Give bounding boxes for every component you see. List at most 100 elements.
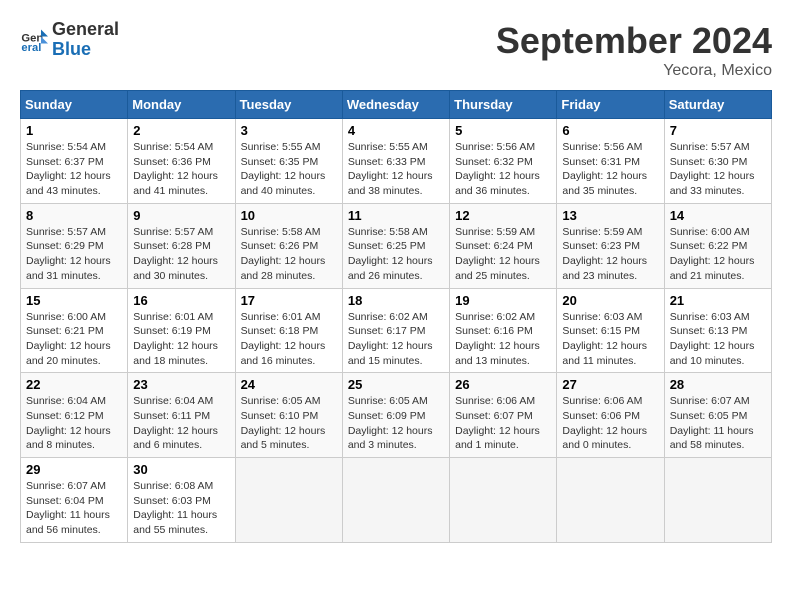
calendar-cell: 19Sunrise: 6:02 AMSunset: 6:16 PMDayligh…	[450, 288, 557, 373]
calendar-cell: 15Sunrise: 6:00 AMSunset: 6:21 PMDayligh…	[21, 288, 128, 373]
day-number: 20	[562, 293, 658, 308]
day-number: 12	[455, 208, 551, 223]
calendar-cell: 6Sunrise: 5:56 AMSunset: 6:31 PMDaylight…	[557, 119, 664, 204]
day-info: Sunrise: 6:07 AMSunset: 6:05 PMDaylight:…	[670, 394, 766, 453]
day-number: 28	[670, 377, 766, 392]
day-info: Sunrise: 5:59 AMSunset: 6:23 PMDaylight:…	[562, 225, 658, 284]
weekday-header-sunday: Sunday	[21, 91, 128, 119]
calendar-cell: 14 Sunrise: 6:00 AMSunset: 6:22 PMDayligh…	[664, 203, 771, 288]
logo-text-line1: General	[52, 20, 119, 40]
calendar-cell: 28 Sunrise: 6:07 AMSunset: 6:05 PMDayligh…	[664, 373, 771, 458]
calendar-cell: 4 Sunrise: 5:55 AMSunset: 6:33 PMDaylight…	[342, 119, 449, 204]
day-info: Sunrise: 6:00 AMSunset: 6:22 PMDaylight:…	[670, 225, 766, 284]
day-number: 1	[26, 123, 122, 138]
calendar-cell: 2 Sunrise: 5:54 AMSunset: 6:36 PMDaylight…	[128, 119, 235, 204]
day-number: 6	[562, 123, 658, 138]
day-info: Sunrise: 6:01 AMSunset: 6:19 PMDaylight:…	[133, 310, 229, 369]
day-info: Sunrise: 5:57 AMSunset: 6:30 PMDaylight:…	[670, 140, 766, 199]
calendar-cell: 12 Sunrise: 5:59 AMSunset: 6:24 PMDayligh…	[450, 203, 557, 288]
calendar-cell: 26Sunrise: 6:06 AMSunset: 6:07 PMDayligh…	[450, 373, 557, 458]
calendar-cell: 17 Sunrise: 6:01 AMSunset: 6:18 PMDayligh…	[235, 288, 342, 373]
calendar-cell	[664, 458, 771, 543]
day-number: 2	[133, 123, 229, 138]
day-number: 17	[241, 293, 337, 308]
day-number: 4	[348, 123, 444, 138]
calendar-cell: 16 Sunrise: 6:01 AMSunset: 6:19 PMDayligh…	[128, 288, 235, 373]
day-info: Sunrise: 5:54 AMSunset: 6:37 PMDaylight:…	[26, 140, 122, 199]
weekday-header-saturday: Saturday	[664, 91, 771, 119]
calendar-cell	[557, 458, 664, 543]
calendar-week-row: 29Sunrise: 6:07 AMSunset: 6:04 PMDayligh…	[21, 458, 772, 543]
calendar-cell: 1 Sunrise: 5:54 AMSunset: 6:37 PMDaylight…	[21, 119, 128, 204]
calendar-cell: 25Sunrise: 6:05 AMSunset: 6:09 PMDayligh…	[342, 373, 449, 458]
title-block: September 2024 Yecora, Mexico	[496, 20, 772, 80]
weekday-header-row: SundayMondayTuesdayWednesdayThursdayFrid…	[21, 91, 772, 119]
calendar-cell: 29Sunrise: 6:07 AMSunset: 6:04 PMDayligh…	[21, 458, 128, 543]
calendar-cell: 21 Sunrise: 6:03 AMSunset: 6:13 PMDayligh…	[664, 288, 771, 373]
calendar-cell: 30Sunrise: 6:08 AMSunset: 6:03 PMDayligh…	[128, 458, 235, 543]
day-info: Sunrise: 6:05 AMSunset: 6:10 PMDaylight:…	[241, 394, 337, 453]
calendar-cell: 24 Sunrise: 6:05 AMSunset: 6:10 PMDayligh…	[235, 373, 342, 458]
day-info: Sunrise: 5:55 AMSunset: 6:35 PMDaylight:…	[241, 140, 337, 199]
day-number: 14	[670, 208, 766, 223]
day-info: Sunrise: 6:02 AMSunset: 6:17 PMDaylight:…	[348, 310, 444, 369]
day-info: Sunrise: 6:08 AMSunset: 6:03 PMDaylight:…	[133, 479, 229, 538]
day-number: 10	[241, 208, 337, 223]
calendar-cell: 11 Sunrise: 5:58 AMSunset: 6:25 PMDayligh…	[342, 203, 449, 288]
day-number: 11	[348, 208, 444, 223]
day-number: 23	[133, 377, 229, 392]
day-number: 22	[26, 377, 122, 392]
logo-text-line2: Blue	[52, 40, 119, 60]
day-info: Sunrise: 6:03 AMSunset: 6:13 PMDaylight:…	[670, 310, 766, 369]
day-info: Sunrise: 6:01 AMSunset: 6:18 PMDaylight:…	[241, 310, 337, 369]
day-number: 26	[455, 377, 551, 392]
day-number: 15	[26, 293, 122, 308]
day-info: Sunrise: 5:55 AMSunset: 6:33 PMDaylight:…	[348, 140, 444, 199]
day-number: 5	[455, 123, 551, 138]
day-number: 21	[670, 293, 766, 308]
weekday-header-friday: Friday	[557, 91, 664, 119]
calendar-table: SundayMondayTuesdayWednesdayThursdayFrid…	[20, 90, 772, 543]
calendar-cell: 10 Sunrise: 5:58 AMSunset: 6:26 PMDayligh…	[235, 203, 342, 288]
calendar-cell: 23Sunrise: 6:04 AMSunset: 6:11 PMDayligh…	[128, 373, 235, 458]
calendar-cell: 20 Sunrise: 6:03 AMSunset: 6:15 PMDayligh…	[557, 288, 664, 373]
day-number: 24	[241, 377, 337, 392]
day-info: Sunrise: 5:57 AMSunset: 6:28 PMDaylight:…	[133, 225, 229, 284]
day-info: Sunrise: 6:06 AMSunset: 6:06 PMDaylight:…	[562, 394, 658, 453]
day-info: Sunrise: 5:54 AMSunset: 6:36 PMDaylight:…	[133, 140, 229, 199]
calendar-cell	[450, 458, 557, 543]
calendar-cell: 22 Sunrise: 6:04 AMSunset: 6:12 PMDayligh…	[21, 373, 128, 458]
day-info: Sunrise: 6:07 AMSunset: 6:04 PMDaylight:…	[26, 479, 122, 538]
day-info: Sunrise: 5:59 AMSunset: 6:24 PMDaylight:…	[455, 225, 551, 284]
calendar-cell: 18Sunrise: 6:02 AMSunset: 6:17 PMDayligh…	[342, 288, 449, 373]
day-info: Sunrise: 6:04 AMSunset: 6:12 PMDaylight:…	[26, 394, 122, 453]
calendar-cell: 13 Sunrise: 5:59 AMSunset: 6:23 PMDayligh…	[557, 203, 664, 288]
weekday-header-tuesday: Tuesday	[235, 91, 342, 119]
day-number: 13	[562, 208, 658, 223]
calendar-cell: 27 Sunrise: 6:06 AMSunset: 6:06 PMDayligh…	[557, 373, 664, 458]
logo: Gen eral General Blue	[20, 20, 119, 60]
day-number: 7	[670, 123, 766, 138]
calendar-cell: 8Sunrise: 5:57 AMSunset: 6:29 PMDaylight…	[21, 203, 128, 288]
weekday-header-wednesday: Wednesday	[342, 91, 449, 119]
calendar-cell	[235, 458, 342, 543]
weekday-header-monday: Monday	[128, 91, 235, 119]
location-subtitle: Yecora, Mexico	[496, 62, 772, 80]
day-info: Sunrise: 5:58 AMSunset: 6:26 PMDaylight:…	[241, 225, 337, 284]
calendar-week-row: 8Sunrise: 5:57 AMSunset: 6:29 PMDaylight…	[21, 203, 772, 288]
day-number: 16	[133, 293, 229, 308]
calendar-week-row: 1 Sunrise: 5:54 AMSunset: 6:37 PMDaylight…	[21, 119, 772, 204]
page-header: Gen eral General Blue September 2024 Yec…	[20, 20, 772, 80]
calendar-cell: 5 Sunrise: 5:56 AMSunset: 6:32 PMDaylight…	[450, 119, 557, 204]
day-number: 9	[133, 208, 229, 223]
day-info: Sunrise: 5:57 AMSunset: 6:29 PMDaylight:…	[26, 225, 122, 284]
calendar-cell: 7 Sunrise: 5:57 AMSunset: 6:30 PMDaylight…	[664, 119, 771, 204]
day-info: Sunrise: 5:56 AMSunset: 6:32 PMDaylight:…	[455, 140, 551, 199]
logo-icon: Gen eral	[20, 26, 48, 54]
calendar-week-row: 22 Sunrise: 6:04 AMSunset: 6:12 PMDayligh…	[21, 373, 772, 458]
day-number: 27	[562, 377, 658, 392]
day-info: Sunrise: 6:03 AMSunset: 6:15 PMDaylight:…	[562, 310, 658, 369]
day-info: Sunrise: 6:05 AMSunset: 6:09 PMDaylight:…	[348, 394, 444, 453]
svg-text:eral: eral	[21, 42, 41, 54]
day-info: Sunrise: 5:58 AMSunset: 6:25 PMDaylight:…	[348, 225, 444, 284]
